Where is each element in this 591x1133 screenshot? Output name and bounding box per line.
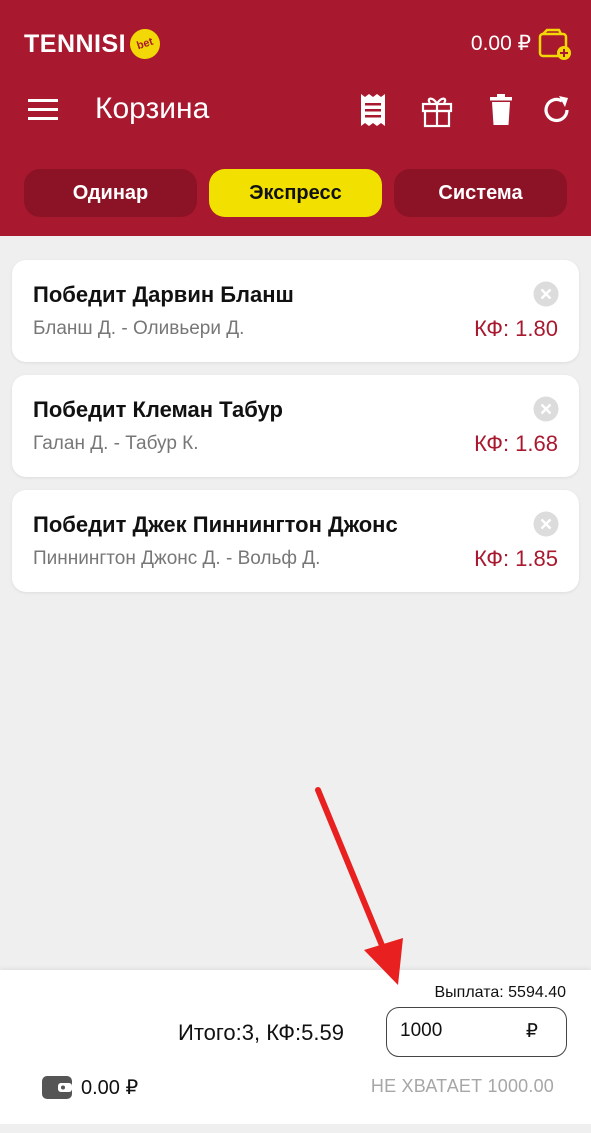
- header-balance: 0.00 ₽: [470, 32, 531, 55]
- bet-title: Победит Клеман Табур: [33, 397, 283, 422]
- bet-type-tabs: Одинар Экспресс Система: [24, 169, 567, 217]
- receipt-icon[interactable]: [356, 92, 390, 128]
- stake-input[interactable]: 1000 ₽: [386, 1007, 567, 1057]
- bet-coefficient: КФ: 1.80: [474, 316, 558, 341]
- bet-card[interactable]: Победит Джек Пиннингтон Джонс Пиннингтон…: [12, 490, 579, 592]
- stake-value: 1000: [400, 1020, 443, 1041]
- wallet-add-icon[interactable]: [537, 26, 573, 62]
- brand-badge: bet: [126, 25, 165, 63]
- bet-match: Бланш Д. - Оливьери Д.: [33, 318, 245, 339]
- close-icon[interactable]: [533, 511, 559, 537]
- bet-card[interactable]: Победит Дарвин Бланш Бланш Д. - Оливьери…: [12, 260, 579, 362]
- total-summary: Итого:3, КФ:5.59: [178, 1020, 344, 1045]
- wallet-balance: 0.00 ₽: [81, 1077, 139, 1099]
- tab-single[interactable]: Одинар: [24, 169, 197, 217]
- tab-system[interactable]: Система: [394, 169, 567, 217]
- bet-title: Победит Дарвин Бланш: [33, 282, 294, 307]
- bet-card[interactable]: Победит Клеман Табур Галан Д. - Табур К.…: [12, 375, 579, 477]
- bet-title: Победит Джек Пиннингтон Джонс: [33, 512, 398, 537]
- menu-icon[interactable]: [28, 97, 58, 123]
- bet-match: Пиннингтон Джонс Д. - Вольф Д.: [33, 548, 321, 569]
- wallet-icon: [42, 1076, 72, 1099]
- close-icon[interactable]: [533, 281, 559, 307]
- page-title: Корзина: [95, 92, 210, 125]
- tab-express[interactable]: Экспресс: [209, 169, 382, 217]
- insufficient-funds-button[interactable]: НЕ ХВАТАЕТ 1000.00: [371, 1076, 554, 1097]
- gift-icon[interactable]: [420, 92, 454, 128]
- refresh-icon[interactable]: [540, 92, 574, 128]
- stake-currency: ₽: [525, 1021, 538, 1042]
- brand-logo[interactable]: TENNISI bet: [24, 25, 165, 63]
- bet-coefficient: КФ: 1.85: [474, 546, 558, 571]
- trash-icon[interactable]: [484, 92, 518, 128]
- bet-slip-footer: Выплата: 5594.40 Итого:3, КФ:5.59 1000 ₽…: [0, 970, 591, 1124]
- brand-name: TENNISI: [24, 29, 127, 58]
- red-arrow-annotation: [315, 787, 403, 985]
- close-icon[interactable]: [533, 396, 559, 422]
- bet-coefficient: КФ: 1.68: [474, 431, 558, 456]
- bet-match: Галан Д. - Табур К.: [33, 433, 199, 454]
- app-header: TENNISI bet 0.00 ₽ Корзина Одинар Экспре…: [0, 0, 591, 236]
- payout-text: Выплата: 5594.40: [434, 984, 567, 1001]
